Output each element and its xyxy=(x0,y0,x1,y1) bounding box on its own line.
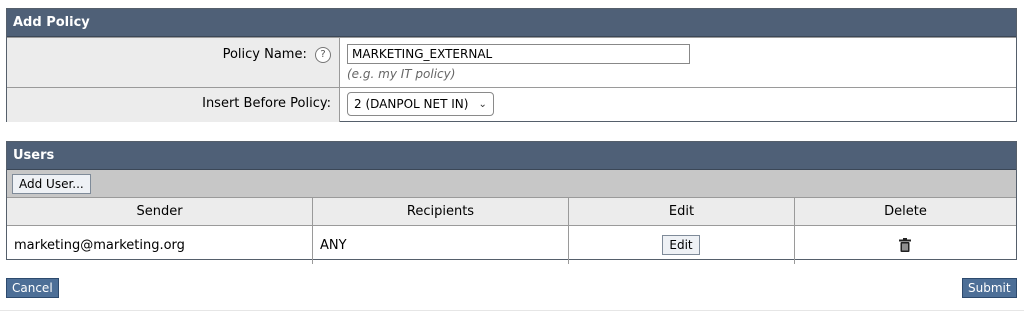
column-header-recipients: Recipients xyxy=(312,198,569,226)
users-table: Sender Recipients Edit Delete marketing@… xyxy=(7,198,1016,264)
insert-before-label: Insert Before Policy: xyxy=(202,96,331,111)
policy-name-label-cell: Policy Name: ? xyxy=(7,38,340,87)
policy-name-row: Policy Name: ? (e.g. my IT policy) xyxy=(7,37,1016,87)
edit-button[interactable]: Edit xyxy=(662,235,700,255)
submit-button[interactable]: Submit xyxy=(962,278,1017,298)
trash-icon[interactable] xyxy=(899,238,911,253)
insert-before-row: Insert Before Policy: 2 (DANPOL NET IN) … xyxy=(7,87,1016,122)
sender-cell: marketing@marketing.org xyxy=(7,225,313,264)
users-panel: Users Add User... Sender Recipients Edit… xyxy=(6,141,1017,264)
table-row: marketing@marketing.org ANY Edit xyxy=(7,225,1017,265)
recipients-cell: ANY xyxy=(312,225,569,264)
delete-cell xyxy=(795,226,1017,265)
column-header-sender: Sender xyxy=(7,198,313,226)
insert-before-label-cell: Insert Before Policy: xyxy=(7,88,340,122)
policy-name-hint: (e.g. my IT policy) xyxy=(347,67,456,81)
policy-name-input[interactable] xyxy=(347,44,690,64)
insert-before-select[interactable]: 2 (DANPOL NET IN) ⌄ xyxy=(347,92,494,116)
add-user-button[interactable]: Add User... xyxy=(12,174,91,194)
insert-before-value-cell: 2 (DANPOL NET IN) ⌄ xyxy=(340,88,1016,122)
column-header-delete: Delete xyxy=(794,198,1016,226)
users-header: Users xyxy=(7,142,1016,170)
chevron-down-icon: ⌄ xyxy=(478,98,487,110)
users-toolbar: Add User... xyxy=(7,170,1016,198)
insert-before-selected: 2 (DANPOL NET IN) xyxy=(354,97,469,111)
column-header-edit: Edit xyxy=(568,198,795,226)
edit-cell: Edit xyxy=(568,225,795,264)
policy-name-value-cell: (e.g. my IT policy) xyxy=(340,38,1016,87)
add-policy-header: Add Policy xyxy=(7,9,1016,37)
table-header-row: Sender Recipients Edit Delete xyxy=(7,198,1016,226)
add-policy-panel: Add Policy Policy Name: ? (e.g. my IT po… xyxy=(6,8,1017,122)
cancel-button[interactable]: Cancel xyxy=(6,278,59,298)
policy-name-label: Policy Name: xyxy=(222,47,307,62)
help-icon[interactable]: ? xyxy=(315,47,331,63)
bottom-divider xyxy=(0,310,1024,311)
